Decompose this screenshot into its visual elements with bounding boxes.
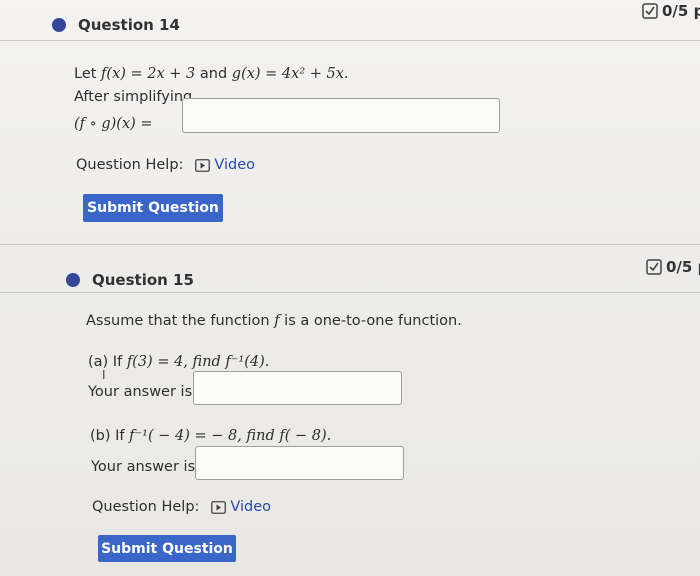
divider <box>0 40 700 41</box>
part-b-answer-input[interactable] <box>195 446 404 480</box>
statement-text: Let <box>74 66 102 82</box>
part-b-answer-label: Your answer is <box>91 459 196 475</box>
video-label: Video <box>214 157 256 173</box>
video-link[interactable]: Video <box>195 157 255 173</box>
part-a-prompt: (a) If f(3) = 4, find f⁻¹(4). <box>88 354 269 370</box>
question-15-help: Question Help: Video <box>92 499 271 515</box>
question-14-help: Question Help: Video <box>76 157 255 173</box>
circle-bullet-icon <box>52 18 66 32</box>
f-definition: f(x) = 2x + 3 <box>101 66 196 82</box>
question-15-statement: Assume that the function f is a one-to-o… <box>86 313 462 329</box>
part-b-prompt: (b) If f⁻¹( − 4) = − 8, find f( − 8). <box>90 428 331 444</box>
question-14-title: Question 14 <box>78 16 180 34</box>
question-15-title: Question 15 <box>92 271 194 289</box>
g-definition: g(x) = 4x² + 5x. <box>231 66 349 82</box>
submit-question-button[interactable]: Submit Question <box>83 194 223 222</box>
help-label: Question Help: <box>92 499 200 515</box>
question-14-instruction: After simplifying, <box>74 89 197 105</box>
play-video-icon <box>211 500 227 514</box>
submit-question-button[interactable]: Submit Question <box>98 535 236 562</box>
video-label: Video <box>230 499 272 515</box>
divider <box>0 244 700 245</box>
part-a-label: (a) If <box>88 354 127 370</box>
question-15-header: Question 15 <box>66 271 194 289</box>
part-a-answer-input[interactable] <box>193 371 402 405</box>
part-a-answer-label: Your answer is <box>88 384 193 400</box>
statement-text: is a one-to-one function. <box>279 313 462 329</box>
part-b-math: f⁻¹( − 4) = − 8, find f( − 8). <box>129 428 332 444</box>
composition-label: (f ∘ g)(x) = <box>74 116 153 132</box>
checkbox-icon <box>646 259 662 275</box>
divider <box>0 292 700 293</box>
checkbox-icon <box>642 3 658 19</box>
video-link[interactable]: Video <box>211 499 271 515</box>
statement-text: Assume that the function <box>86 313 275 329</box>
composition-answer-input[interactable] <box>182 98 500 133</box>
question-14-header: Question 14 <box>52 16 180 34</box>
part-b-label: (b) If <box>90 428 130 444</box>
circle-bullet-icon <box>66 273 80 287</box>
part-a-math: f(3) = 4, find f⁻¹(4). <box>126 354 270 370</box>
page: Question 14 0/5 p Let f(x) = 2x + 3 and … <box>0 0 700 576</box>
statement-text: and <box>195 66 232 82</box>
play-video-icon <box>195 158 211 172</box>
score-text: 0/5 p <box>666 258 700 276</box>
text-cursor-icon: I <box>102 368 106 382</box>
question-14-score: 0/5 p <box>642 2 700 20</box>
help-label: Question Help: <box>76 157 184 173</box>
question-15-score: 0/5 p <box>646 258 700 276</box>
question-14-statement: Let f(x) = 2x + 3 and g(x) = 4x² + 5x. <box>74 66 349 82</box>
score-text: 0/5 p <box>662 2 700 20</box>
